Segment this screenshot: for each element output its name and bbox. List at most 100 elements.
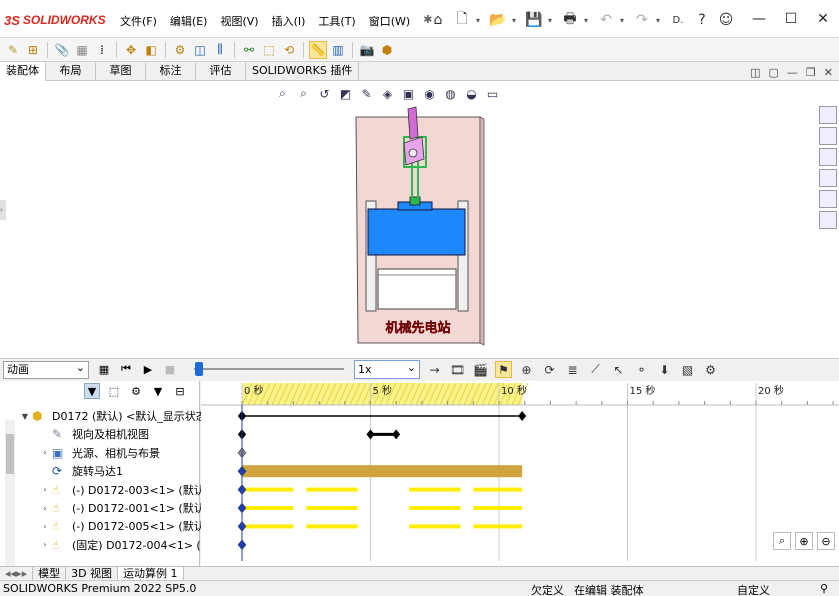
- filter-results-icon[interactable]: ▼: [150, 383, 166, 399]
- zoom-area-icon[interactable]: ⌕: [295, 85, 312, 102]
- undo-dropdown-icon[interactable]: ▾: [620, 16, 628, 25]
- user-icon[interactable]: ☺: [716, 10, 736, 30]
- move-component-icon[interactable]: ✥: [122, 41, 140, 59]
- edit-appearance-icon[interactable]: ◍: [442, 85, 459, 102]
- tree-row[interactable]: › ☝ (-) D0172-001<1> (默认): [40, 499, 209, 517]
- tab-markup[interactable]: 标注: [146, 62, 196, 81]
- redo-dropdown-icon[interactable]: ▾: [656, 16, 664, 25]
- play-from-start-icon[interactable]: ⏮: [118, 361, 134, 377]
- collapse-icon[interactable]: ⊟: [172, 383, 188, 399]
- save-icon[interactable]: 💾: [524, 10, 544, 30]
- minimize-button[interactable]: —: [743, 6, 775, 32]
- apply-scene-icon[interactable]: ◒: [463, 85, 480, 102]
- menu-edit[interactable]: 编辑(E): [170, 13, 208, 29]
- tab-motion-study-1[interactable]: 运动算例 1: [118, 566, 184, 581]
- tab-assembly[interactable]: 装配体: [0, 62, 46, 81]
- custom-properties-icon[interactable]: [819, 211, 837, 229]
- expand-icon[interactable]: ▼: [20, 412, 30, 421]
- save-dropdown-icon[interactable]: ▾: [548, 16, 556, 25]
- tab-model[interactable]: 模型: [33, 566, 67, 581]
- tab-scroll-controls[interactable]: ◂◂▸▸: [0, 566, 34, 581]
- tab-evaluate[interactable]: 评估: [196, 62, 246, 81]
- study-properties-icon[interactable]: ⚙: [702, 361, 719, 378]
- smart-fasteners-icon[interactable]: ⁞: [93, 41, 111, 59]
- zoom-to-fit-icon[interactable]: ⌕: [274, 85, 291, 102]
- motor-icon[interactable]: ⟳: [541, 361, 558, 378]
- doc-close-icon[interactable]: ✕: [824, 66, 833, 79]
- calculate-icon[interactable]: ▦: [96, 361, 112, 377]
- graphics-area[interactable]: 机械先电站: [0, 81, 839, 358]
- appearances-icon[interactable]: [819, 190, 837, 208]
- zoom-in-timeline-icon[interactable]: ⊕: [795, 532, 813, 550]
- playback-speed-select[interactable]: 1x: [354, 359, 420, 379]
- menu-tools[interactable]: 工具(T): [318, 13, 355, 29]
- filter-animated-icon[interactable]: ▼: [84, 383, 100, 399]
- mate-icon[interactable]: 📎: [53, 41, 71, 59]
- display-style-icon[interactable]: ▣: [400, 85, 417, 102]
- previous-view-icon[interactable]: ↺: [316, 85, 333, 102]
- view-settings-icon[interactable]: ▭: [484, 85, 501, 102]
- select-icon[interactable]: D.: [668, 10, 688, 30]
- expand-icon[interactable]: ›: [40, 522, 50, 531]
- file-explorer-icon[interactable]: [819, 148, 837, 166]
- expand-icon[interactable]: ›: [40, 448, 50, 457]
- menu-file[interactable]: 文件(F): [120, 13, 157, 29]
- print-icon[interactable]: 🖶: [560, 10, 580, 30]
- filter-driving-icon[interactable]: ⬚: [106, 383, 122, 399]
- home-icon[interactable]: ⌂: [428, 10, 448, 30]
- filter-selected-icon[interactable]: ⚙: [128, 383, 144, 399]
- undo-icon[interactable]: ↶: [596, 10, 616, 30]
- units-status[interactable]: 自定义: [737, 582, 770, 596]
- open-dropdown-icon[interactable]: ▾: [512, 16, 520, 25]
- expand-icon[interactable]: ›: [40, 540, 50, 549]
- tree-row[interactable]: ⟳ 旋转马达1: [40, 462, 123, 480]
- show-hidden-icon[interactable]: ◧: [142, 41, 160, 59]
- doc-restore-icon[interactable]: ❐: [806, 66, 816, 79]
- panel-toggle-icon[interactable]: ›: [0, 200, 6, 220]
- study-type-select[interactable]: 动画: [3, 360, 89, 379]
- tree-scrollbar[interactable]: [5, 420, 15, 566]
- restore-icon[interactable]: ▢: [769, 66, 779, 79]
- play-icon[interactable]: ▶: [140, 361, 156, 377]
- tree-row[interactable]: › ☝ (-) D0172-005<1> (默认): [40, 517, 209, 535]
- measure-icon[interactable]: 📏: [309, 40, 327, 59]
- tab-layout[interactable]: 布局: [46, 62, 96, 81]
- contact-icon[interactable]: ⚬: [633, 361, 650, 378]
- menu-window[interactable]: 窗口(W): [369, 13, 410, 29]
- tree-row[interactable]: › ☝ (固定) D0172-004<1> (默: [40, 536, 211, 554]
- save-animation-icon[interactable]: 🎞: [449, 361, 466, 378]
- add-key-icon[interactable]: ⊕: [518, 361, 535, 378]
- tile-icon[interactable]: ◫: [750, 66, 760, 79]
- view-palette-icon[interactable]: [819, 169, 837, 187]
- zoom-to-fit-timeline-icon[interactable]: ⌕: [773, 532, 791, 550]
- tab-sketch[interactable]: 草图: [96, 62, 146, 81]
- menu-view[interactable]: 视图(V): [220, 13, 258, 29]
- linear-pattern-icon[interactable]: ▦: [73, 41, 91, 59]
- new-dropdown-icon[interactable]: ▾: [476, 16, 484, 25]
- expand-icon[interactable]: ›: [40, 504, 50, 513]
- dynamic-annotation-icon[interactable]: ✎: [358, 85, 375, 102]
- playback-slider[interactable]: [192, 362, 346, 376]
- solidworks-resources-icon[interactable]: [819, 106, 837, 124]
- section-view-icon[interactable]: ◩: [337, 85, 354, 102]
- force-icon[interactable]: ↖: [610, 361, 627, 378]
- results-icon[interactable]: ▧: [679, 361, 696, 378]
- large-assembly-icon[interactable]: ⬢: [378, 41, 396, 59]
- assembly-visualization-icon[interactable]: ▥: [329, 41, 347, 59]
- tab-addins[interactable]: SOLIDWORKS 插件: [246, 62, 360, 81]
- new-file-icon[interactable]: 🗋: [452, 10, 472, 30]
- reference-geometry-icon[interactable]: ◫: [191, 41, 209, 59]
- close-button[interactable]: ✕: [807, 6, 839, 32]
- solidworks-logo[interactable]: 3S SOLIDWORKS: [4, 12, 106, 28]
- tab-3d-views[interactable]: 3D 视图: [66, 566, 119, 581]
- view-orientation-icon[interactable]: ◈: [379, 85, 396, 102]
- timeline-area[interactable]: 0 秒 5 秒 10 秒 15 秒 20 秒: [201, 381, 839, 566]
- new-motion-study-icon[interactable]: ⫼: [211, 41, 229, 59]
- exploded-view-icon[interactable]: ⬚: [260, 41, 278, 59]
- stop-icon[interactable]: ■: [162, 361, 178, 377]
- insert-component-icon[interactable]: ⊞: [24, 41, 42, 59]
- menu-insert[interactable]: 插入(I): [272, 13, 306, 29]
- maximize-button[interactable]: ☐: [775, 6, 807, 32]
- snapshot-icon[interactable]: 📷: [358, 41, 376, 59]
- expand-icon[interactable]: ›: [40, 485, 50, 494]
